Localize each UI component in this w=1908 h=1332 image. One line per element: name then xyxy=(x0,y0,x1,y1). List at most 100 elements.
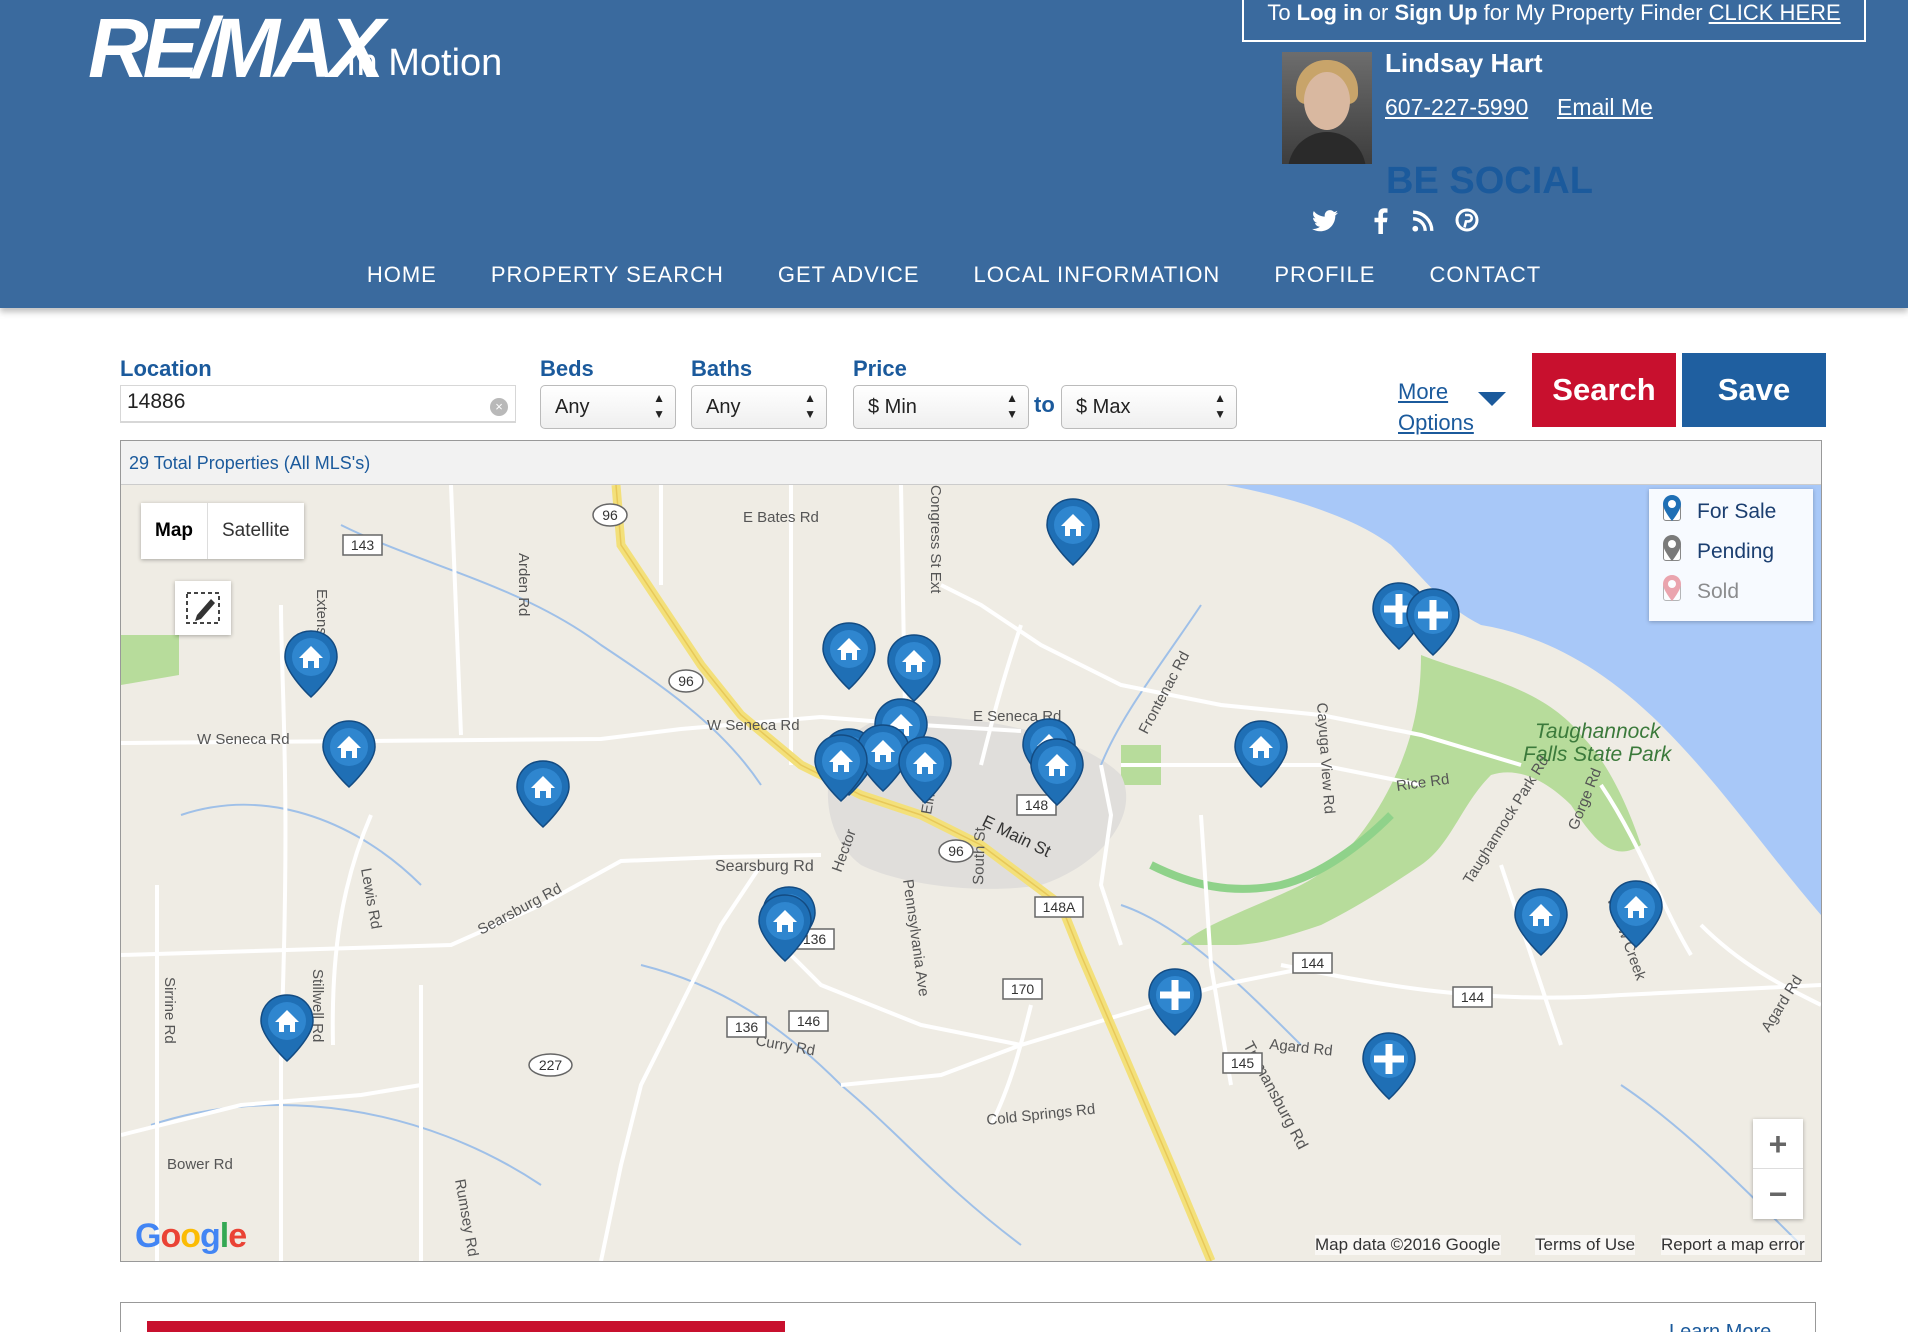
route-shield: 96 xyxy=(938,839,974,863)
svg-text:96: 96 xyxy=(678,673,694,689)
learn-more-link[interactable]: Learn More xyxy=(1669,1321,1771,1332)
pinterest-icon[interactable] xyxy=(1452,208,1482,238)
nav-property-search[interactable]: PROPERTY SEARCH xyxy=(464,258,751,292)
property-marker-house-icon[interactable] xyxy=(284,630,338,699)
rss-icon[interactable] xyxy=(1408,208,1438,238)
route-shield: 148A xyxy=(1034,896,1084,918)
svg-text:143: 143 xyxy=(351,537,375,553)
report-map-error-link[interactable]: Report a map error xyxy=(1661,1235,1805,1255)
route-shield: 144 xyxy=(1452,986,1493,1008)
map-type-control: Map Satellite xyxy=(141,503,304,559)
clear-icon[interactable]: × xyxy=(490,398,508,416)
route-shield: 96 xyxy=(592,503,628,527)
baths-select[interactable]: Any ▲ ▼ xyxy=(691,385,827,429)
more-options-link[interactable]: More Options xyxy=(1398,376,1474,438)
property-marker-house-icon[interactable] xyxy=(758,894,812,963)
results-map-panel: 29 Total Properties (All MLS's) E Bates … xyxy=(120,440,1822,1262)
baths-label: Baths xyxy=(691,356,753,381)
beds-select[interactable]: Any ▲ ▼ xyxy=(540,385,676,429)
road-label: Searsburg Rd xyxy=(715,858,814,875)
route-shield: 146 xyxy=(788,1010,829,1032)
nav-home[interactable]: HOME xyxy=(340,258,464,292)
legend-pending[interactable]: Pending xyxy=(1663,535,1774,569)
property-cluster-plus-icon[interactable] xyxy=(1406,588,1460,657)
zoom-out-button[interactable]: − xyxy=(1753,1169,1803,1219)
price-to-label: to xyxy=(1034,392,1055,417)
property-marker-house-icon[interactable] xyxy=(516,760,570,829)
select-arrows-icon: ▲ ▼ xyxy=(653,391,665,421)
property-cluster-plus-icon[interactable] xyxy=(1362,1032,1416,1101)
location-input[interactable]: 14886 xyxy=(120,385,516,423)
signup-link[interactable]: Sign Up xyxy=(1394,0,1477,25)
facebook-icon[interactable] xyxy=(1366,208,1396,238)
svg-text:170: 170 xyxy=(1011,981,1035,997)
pencil-icon xyxy=(186,592,220,624)
agent-name: Lindsay Hart xyxy=(1385,48,1543,78)
google-logo[interactable]: Google xyxy=(135,1217,247,1256)
svg-text:96: 96 xyxy=(948,843,964,859)
caret-down-icon[interactable] xyxy=(1478,392,1506,406)
route-shield: 144 xyxy=(1292,952,1333,974)
logo-subtitle: In Motion xyxy=(346,42,503,84)
login-link[interactable]: Log in xyxy=(1297,0,1363,25)
route-shield: 143 xyxy=(342,534,383,556)
click-here-link[interactable]: CLICK HERE xyxy=(1709,0,1841,25)
park-label: Falls State Park xyxy=(1523,743,1673,766)
road-label: Agard Rd xyxy=(1269,1036,1334,1060)
legend-sold[interactable]: Sold xyxy=(1663,575,1739,609)
road-label: Stillwell Rd xyxy=(309,969,326,1042)
nav-contact[interactable]: CONTACT xyxy=(1402,258,1568,292)
map-type-map-button[interactable]: Map xyxy=(141,503,208,559)
property-marker-house-icon[interactable] xyxy=(887,634,941,703)
property-map[interactable]: E Bates Rd W Seneca Rd W Seneca Rd E Sen… xyxy=(121,485,1821,1261)
property-marker-house-icon[interactable] xyxy=(260,994,314,1063)
svg-text:144: 144 xyxy=(1461,989,1485,1005)
draw-area-button[interactable] xyxy=(175,581,231,635)
save-button[interactable]: Save xyxy=(1682,353,1826,427)
road-label: W Seneca Rd xyxy=(707,717,800,734)
search-button[interactable]: Search xyxy=(1532,353,1676,427)
featured-panel: Learn More xyxy=(120,1302,1816,1332)
price-label: Price xyxy=(853,356,907,381)
login-banner[interactable]: To Log in or Sign Up for My Property Fin… xyxy=(1242,0,1866,42)
nav-profile[interactable]: PROFILE xyxy=(1247,258,1402,292)
twitter-icon[interactable] xyxy=(1310,208,1340,238)
property-marker-house-icon[interactable] xyxy=(1514,888,1568,957)
map-canvas[interactable]: E Bates Rd W Seneca Rd W Seneca Rd E Sen… xyxy=(121,485,1821,1261)
featured-banner xyxy=(147,1321,785,1332)
road-label: Agard Rd xyxy=(1758,972,1806,1035)
road-label: Bower Rd xyxy=(167,1156,233,1173)
route-shield: 170 xyxy=(1002,978,1043,1000)
road-label: South St xyxy=(970,826,989,885)
road-label: Frontenac Rd xyxy=(1136,649,1194,737)
property-marker-house-icon[interactable] xyxy=(322,720,376,789)
map-type-satellite-button[interactable]: Satellite xyxy=(208,503,304,559)
agent-email-link[interactable]: Email Me xyxy=(1557,94,1653,121)
terms-of-use-link[interactable]: Terms of Use xyxy=(1535,1235,1636,1255)
results-count: 29 Total Properties (All MLS's) xyxy=(129,453,371,473)
property-marker-house-icon[interactable] xyxy=(1234,720,1288,789)
site-header: RE/MAX In Motion To Log in or Sign Up fo… xyxy=(0,0,1908,308)
property-marker-house-icon[interactable] xyxy=(822,622,876,691)
route-shield: 96 xyxy=(668,669,704,693)
price-max-select[interactable]: $ Max ▲ ▼ xyxy=(1061,385,1237,429)
agent-phone-link[interactable]: 607-227-5990 xyxy=(1385,94,1528,121)
road-label: Lewis Rd xyxy=(357,867,384,931)
property-marker-house-icon[interactable] xyxy=(1046,498,1100,567)
map-data-attribution: Map data ©2016 Google xyxy=(1315,1235,1501,1255)
nav-local-information[interactable]: LOCAL INFORMATION xyxy=(947,258,1248,292)
svg-text:136: 136 xyxy=(735,1019,759,1035)
road-label: W Seneca Rd xyxy=(197,731,290,748)
legend-for-sale[interactable]: ✔ For Sale xyxy=(1663,495,1776,529)
price-min-select[interactable]: $ Min ▲ ▼ xyxy=(853,385,1029,429)
svg-text:227: 227 xyxy=(539,1057,563,1073)
property-cluster-plus-icon[interactable] xyxy=(1148,968,1202,1037)
remax-logo[interactable]: RE/MAX xyxy=(88,6,385,90)
nav-get-advice[interactable]: GET ADVICE xyxy=(751,258,947,292)
svg-text:96: 96 xyxy=(602,507,618,523)
road-label: E Bates Rd xyxy=(743,509,819,526)
agent-photo xyxy=(1282,52,1372,164)
svg-text:145: 145 xyxy=(1231,1055,1255,1071)
route-shield: 227 xyxy=(528,1053,573,1077)
zoom-in-button[interactable]: + xyxy=(1753,1119,1803,1169)
